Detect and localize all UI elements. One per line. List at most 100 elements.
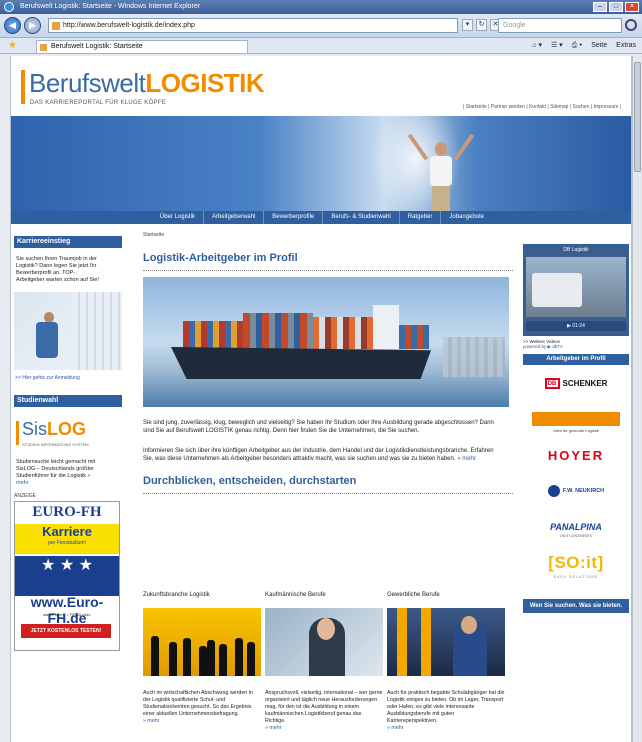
teaser-text: Auch für praktisch begabte Schulabgänger… — [387, 690, 505, 731]
main-navigation: Über Logistik Arbeitgeberwahl Bewerberpr… — [11, 211, 631, 224]
employer-panalpina[interactable]: PANALPINA ON 5 CONTINENTS — [523, 509, 629, 545]
tools-menu[interactable]: Extras — [616, 40, 636, 52]
tab-title: Berufswelt Logistik: Startseite — [51, 43, 143, 50]
neukirch-globe-icon — [547, 485, 560, 497]
video-controls[interactable]: ▶ 01:24 — [526, 321, 626, 331]
nav-berufs-studienwahl[interactable]: Berufs- & Studienwahl — [323, 211, 400, 224]
ad-small-print: staatl. anerk. • FIBAA-akkr. — [43, 612, 91, 617]
search-input[interactable]: Google — [498, 18, 622, 33]
video-screen[interactable] — [526, 257, 626, 317]
logo-bar — [21, 70, 25, 104]
feeds-icon[interactable]: ☰ ▾ — [551, 40, 563, 52]
studienwahl-heading: Studienwahl — [14, 395, 122, 407]
back-button[interactable]: ◀ — [4, 17, 21, 34]
climbing-man-image[interactable] — [14, 292, 122, 370]
tab-startseite[interactable]: Berufswelt Logistik: Startseite — [36, 40, 248, 53]
vertical-scrollbar[interactable] — [632, 56, 642, 742]
page-icon — [52, 22, 60, 30]
nav-bewerberprofile[interactable]: Bewerberprofile — [264, 211, 324, 224]
favorites-star-icon[interactable]: ★ — [8, 40, 17, 51]
employer-schenker[interactable]: DB SCHENKER — [523, 365, 629, 401]
ad-brand: EURO-FH — [32, 504, 102, 520]
home-icon[interactable]: ⌂ ▾ — [532, 40, 542, 52]
web-page: BerufsweltLOGISTIK DAS KARRIEREPORTAL FÜ… — [10, 56, 632, 742]
header-banner — [11, 116, 631, 224]
dropdown-icon[interactable]: ▾ — [462, 19, 473, 31]
search-icon[interactable] — [625, 19, 637, 31]
employers-heading: Arbeitgeber im Profil — [523, 354, 629, 365]
intro-paragraph: Sie sind jung, zuverlässig, klug, bewegl… — [143, 420, 494, 434]
breadcrumb[interactable]: Startseite — [143, 232, 513, 238]
top-links[interactable]: | Startseite | Partner werden | Kontakt … — [463, 104, 621, 110]
page-title: Logistik-Arbeitgeber im Profil — [143, 252, 513, 271]
right-sidebar: DB Logistik ▶ 01:24 >> Weitere Videos po… — [523, 244, 629, 613]
teaser-more-link[interactable]: » mehr — [143, 718, 160, 724]
close-icon[interactable]: × — [625, 2, 639, 12]
maximize-icon[interactable]: □ — [609, 2, 623, 12]
teaser-kaufmaennisch: Kaufmännische Berufe Anspruchsvoll, viel… — [265, 592, 383, 732]
orange-logo: Alles für gesunde Logistik — [532, 412, 620, 433]
teaser-title[interactable]: Zukunftsbranche Logistik — [143, 592, 261, 606]
teaser-zukunftsbranche: Zukunftsbranche Logistik Auch im wirtsch… — [143, 592, 261, 732]
euro-fh-ad[interactable]: EURO-FH Karriere per Fernstudium! ★ ★ ★ … — [14, 501, 120, 651]
browser-navbar: ◀ ▶ http://www.berufswelt-logistik.de/in… — [0, 14, 642, 38]
employer-hoyer[interactable]: HOYER — [523, 437, 629, 473]
address-bar[interactable]: http://www.berufswelt-logistik.de/index.… — [48, 18, 458, 33]
ie-icon — [4, 2, 14, 12]
main-content: Startseite Logistik-Arbeitgeber im Profi… — [143, 232, 513, 731]
refresh-icon[interactable]: ↻ — [476, 19, 487, 31]
teaser-title[interactable]: Kaufmännische Berufe — [265, 592, 383, 606]
url-text: http://www.berufswelt-logistik.de/index.… — [63, 22, 195, 29]
print-icon[interactable]: ⎙ ▾ — [572, 40, 583, 52]
video-title: DB Logistik — [563, 247, 589, 253]
minimize-icon[interactable]: – — [593, 2, 607, 12]
container-ship-image — [143, 277, 509, 407]
nav-jobangebote[interactable]: Jobangebote — [441, 211, 492, 224]
ad-test-button[interactable]: JETZT KOSTENLOS TESTEN! — [21, 624, 111, 638]
page-menu[interactable]: Seite — [591, 40, 607, 52]
ad-label: ANZEIGE — [14, 493, 36, 499]
teaser-text: Auch im wirtschaftlichen Abschwung werde… — [143, 690, 253, 724]
teaser-text: Anspruchsvoll, vielseitig, international… — [265, 690, 383, 731]
teaser-more-link[interactable]: » mehr — [265, 725, 282, 731]
info-more-link[interactable]: » mehr — [457, 456, 476, 462]
nav-ueber-logistik[interactable]: Über Logistik — [152, 211, 204, 224]
ad-karriere: Karriere — [42, 524, 92, 539]
nav-ratgeber[interactable]: Ratgeber — [400, 211, 442, 224]
employer-neukirch[interactable]: F.W. NEUKIRCH — [523, 473, 629, 509]
teaser-title[interactable]: Gewerbliche Berufe — [387, 592, 505, 606]
forward-button[interactable]: ▶ — [24, 17, 41, 34]
ad-url: www.Euro-FH.de — [30, 594, 104, 626]
info-paragraph: Informieren Sie sich über ihre künftigen… — [143, 448, 494, 462]
employer-orange[interactable]: Alles für gesunde Logistik — [523, 401, 629, 437]
sislog-logo[interactable]: SisLOG STUDIEN INFORMATIONS SYSTEM — [14, 419, 122, 453]
employer-scit[interactable]: [SO:it] EASY SOLUTIONS — [523, 545, 629, 581]
page-icon — [40, 44, 47, 51]
window-titlebar: Berufswelt Logistik: Startseite - Window… — [0, 0, 642, 14]
section-heading: Durchblicken, entscheiden, durchstarten — [143, 475, 513, 494]
karriereeinstieg-heading: Karriereeinstieg — [14, 236, 122, 248]
scrollbar-thumb[interactable] — [634, 62, 641, 172]
left-sidebar: Karriereeinstieg Sie suchen Ihren Traumj… — [14, 236, 122, 651]
video-player[interactable]: DB Logistik ▶ 01:24 — [523, 244, 629, 336]
ad-fernstudium: per Fernstudium! — [48, 540, 86, 546]
powered-by: powered by ▶ dbTV — [523, 344, 563, 349]
anmeldung-link[interactable]: >> Hier gehts zur Anmeldung — [15, 375, 122, 381]
teaser-more-link[interactable]: » mehr — [387, 725, 404, 731]
logo-wordmark: BerufsweltLOGISTIK — [29, 68, 265, 98]
teaser-columns: Zukunftsbranche Logistik Auch im wirtsch… — [143, 592, 513, 732]
logo-tagline: DAS KARRIEREPORTAL FÜR KLUGE KÖPFE — [30, 100, 167, 106]
nav-arbeitgeberwahl[interactable]: Arbeitgeberwahl — [204, 211, 265, 224]
search-placeholder: Google — [503, 22, 526, 29]
db-logo-icon: DB — [544, 377, 560, 389]
ad-stars: ★ ★ ★ — [15, 556, 119, 596]
teaser-gewerblich: Gewerbliche Berufe Auch für praktisch be… — [387, 592, 505, 732]
silhouettes-image[interactable] — [143, 608, 261, 676]
wen-sie-suchen-button[interactable]: Wen Sie suchen. Was sie bieten. — [523, 599, 629, 613]
karriereeinstieg-text: Sie suchen Ihren Traumjob in der Logisti… — [16, 256, 99, 283]
woman-phone-image[interactable] — [265, 608, 383, 676]
studienwahl-text: Studiensuche leicht gemacht mit SisLOG –… — [16, 459, 96, 486]
window-title: Berufswelt Logistik: Startseite - Window… — [20, 3, 201, 10]
warehouse-worker-image[interactable] — [387, 608, 505, 676]
cheering-man-image — [406, 126, 476, 224]
